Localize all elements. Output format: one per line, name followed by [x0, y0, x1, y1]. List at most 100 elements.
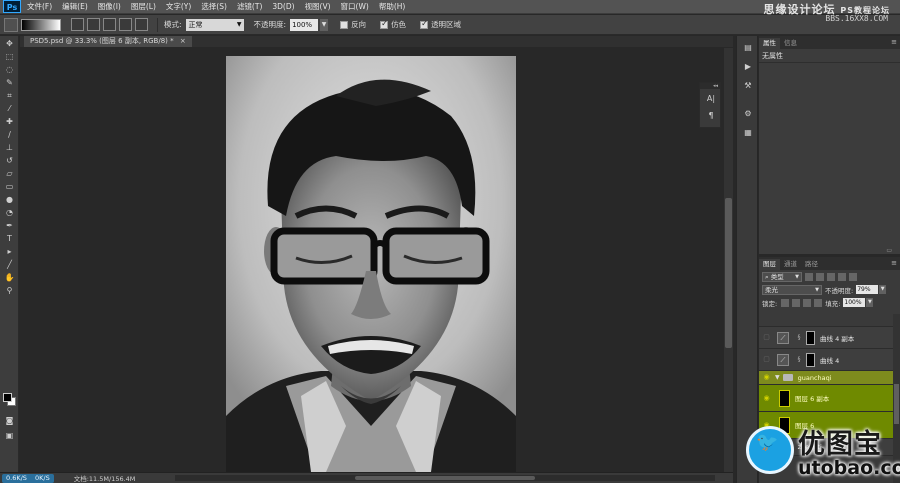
adjustments-icon[interactable]: ⚙: [740, 107, 756, 121]
menu-edit[interactable]: 编辑(E): [62, 1, 88, 12]
canvas-photo[interactable]: [226, 56, 516, 472]
scrollbar-thumb[interactable]: [355, 476, 535, 480]
blend-mode-select[interactable]: 柔光 ▼: [762, 284, 822, 295]
panel-menu-icon[interactable]: ≡: [891, 259, 897, 267]
menu-type[interactable]: 文字(Y): [166, 1, 191, 12]
visibility-toggle-icon[interactable]: ▢: [762, 355, 771, 364]
fill-dropdown-icon[interactable]: ▼: [866, 298, 874, 307]
menu-layer[interactable]: 图层(L): [131, 1, 156, 12]
layer-row[interactable]: ▢ ⟋ § 曲线 4 副本: [759, 327, 893, 349]
lasso-tool-icon[interactable]: ◌: [2, 64, 17, 75]
blur-tool-icon[interactable]: ●: [2, 194, 17, 205]
layer-group-row[interactable]: ◉ ▼ guanchaqi: [759, 371, 893, 385]
tab-layers[interactable]: 图层: [759, 259, 780, 270]
lock-transparent-icon[interactable]: [781, 298, 790, 307]
reflected-gradient-button[interactable]: [119, 18, 132, 31]
shape-tool-icon[interactable]: ╱: [2, 259, 17, 270]
angle-gradient-button[interactable]: [103, 18, 116, 31]
reverse-checkbox[interactable]: [340, 20, 349, 29]
filter-shape-icon[interactable]: [838, 272, 846, 281]
pen-tool-icon[interactable]: ✒: [2, 220, 17, 231]
linear-gradient-button[interactable]: [71, 18, 84, 31]
gradient-tool-icon[interactable]: [4, 17, 18, 32]
foreground-color-swatch[interactable]: [3, 393, 12, 402]
paragraph-icon[interactable]: ¶: [702, 109, 720, 123]
zoom-tool-icon[interactable]: ⚲: [2, 285, 17, 296]
opacity-dropdown-icon[interactable]: ▼: [879, 285, 887, 294]
opacity-input[interactable]: 100%: [290, 18, 319, 31]
color-swatches[interactable]: [3, 393, 17, 407]
eye-icon[interactable]: ◉: [762, 373, 771, 382]
tab-info[interactable]: 信息: [780, 38, 801, 49]
tab-properties[interactable]: 属性: [759, 38, 780, 49]
document-tab[interactable]: PSD5.psd @ 33.3% (图层 6 副本, RGB/8) * ×: [24, 36, 192, 47]
canvas-horizontal-scrollbar[interactable]: [175, 475, 715, 481]
quick-mask-icon[interactable]: ◙: [2, 415, 17, 426]
lock-paint-icon[interactable]: [792, 298, 801, 307]
layer-mask-thumbnail[interactable]: [806, 352, 815, 367]
actions-icon[interactable]: ▶: [740, 60, 756, 74]
filter-pixel-icon[interactable]: [805, 272, 813, 281]
styles-icon[interactable]: ▦: [740, 126, 756, 140]
layer-row[interactable]: ▢ ⟋ § 曲线 4: [759, 349, 893, 371]
properties-panel: 属性 信息 ≡ 无属性 ▭: [759, 36, 900, 254]
chevron-down-icon[interactable]: ▼: [775, 374, 780, 381]
eraser-tool-icon[interactable]: ▱: [2, 168, 17, 179]
mode-select[interactable]: 正常 ▼: [185, 18, 244, 31]
filter-smart-object-icon[interactable]: [849, 272, 857, 281]
layer-row[interactable]: ◉ 图层 6 副本: [759, 385, 893, 412]
quick-select-tool-icon[interactable]: ✎: [2, 77, 17, 88]
menu-select[interactable]: 选择(S): [201, 1, 227, 12]
properties-footer-icon[interactable]: ▭: [886, 247, 892, 254]
eye-icon[interactable]: ◉: [762, 394, 771, 403]
menu-window[interactable]: 窗口(W): [341, 1, 369, 12]
layer-filter-select[interactable]: ⌕ 类型 ▼: [762, 271, 802, 282]
marquee-tool-icon[interactable]: ⬚: [2, 51, 17, 62]
brush-tool-icon[interactable]: ∕: [2, 129, 17, 140]
menu-help[interactable]: 帮助(H): [379, 1, 406, 12]
layer-opacity-input[interactable]: 79%: [856, 285, 879, 294]
healing-tool-icon[interactable]: ✚: [2, 116, 17, 127]
character-icon[interactable]: A|: [702, 92, 720, 106]
crop-tool-icon[interactable]: ⌗: [2, 90, 17, 101]
dodge-tool-icon[interactable]: ◔: [2, 207, 17, 218]
menu-view[interactable]: 视图(V): [305, 1, 331, 12]
opacity-dropdown-icon[interactable]: ▼: [320, 18, 329, 31]
dither-checkbox[interactable]: [380, 19, 389, 29]
history-icon[interactable]: ▤: [740, 41, 756, 55]
canvas-area[interactable]: ◂◂ A| ¶: [20, 48, 724, 472]
transparency-checkbox[interactable]: [420, 19, 429, 29]
tool-presets-icon[interactable]: ⚒: [740, 79, 756, 93]
lock-move-icon[interactable]: [803, 298, 812, 307]
gradient-picker[interactable]: [21, 18, 61, 31]
lock-all-icon[interactable]: [814, 298, 823, 307]
path-select-tool-icon[interactable]: ▸: [2, 246, 17, 257]
tab-channels[interactable]: 通道: [780, 259, 801, 270]
type-tool-icon[interactable]: T: [2, 233, 17, 244]
gradient-tool-icon[interactable]: ▭: [2, 181, 17, 192]
scrollbar-thumb[interactable]: [725, 198, 732, 348]
visibility-toggle-icon[interactable]: ▢: [762, 333, 771, 342]
panel-collapse-icon[interactable]: ◂◂: [700, 83, 720, 89]
history-brush-tool-icon[interactable]: ↺: [2, 155, 17, 166]
diamond-gradient-button[interactable]: [135, 18, 148, 31]
layer-row[interactable]: [759, 314, 893, 327]
canvas-vertical-scrollbar[interactable]: [724, 48, 733, 472]
layer-mask-thumbnail[interactable]: [806, 330, 815, 345]
menu-3d[interactable]: 3D(D): [272, 2, 294, 11]
panel-menu-icon[interactable]: ≡: [891, 38, 897, 46]
menu-filter[interactable]: 滤镜(T): [237, 1, 262, 12]
hand-tool-icon[interactable]: ✋: [2, 272, 17, 283]
tab-paths[interactable]: 路径: [801, 259, 822, 270]
menu-file[interactable]: 文件(F): [27, 1, 52, 12]
filter-adjustment-icon[interactable]: [816, 272, 824, 281]
close-icon[interactable]: ×: [180, 37, 186, 45]
fill-input[interactable]: 100%: [843, 298, 866, 307]
screen-mode-icon[interactable]: ▣: [2, 430, 17, 441]
menu-image[interactable]: 图像(I): [98, 1, 121, 12]
radial-gradient-button[interactable]: [87, 18, 100, 31]
filter-type-icon[interactable]: [827, 272, 835, 281]
move-tool-icon[interactable]: ✥: [2, 38, 17, 49]
stamp-tool-icon[interactable]: ⊥: [2, 142, 17, 153]
eyedropper-tool-icon[interactable]: ⁄: [2, 103, 17, 114]
